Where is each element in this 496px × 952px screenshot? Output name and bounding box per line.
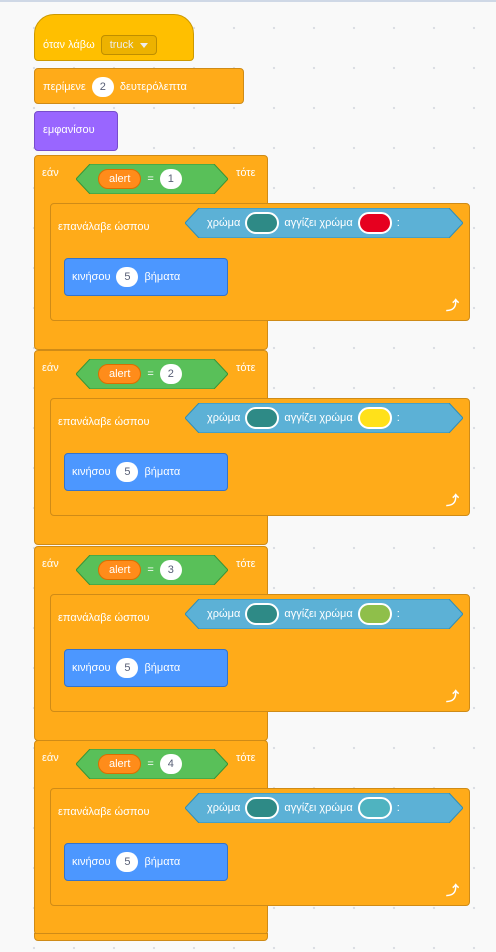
loop-arrow-icon: ⤴ — [445, 493, 459, 508]
wait-seconds-input[interactable]: 2 — [91, 77, 114, 97]
colon-label: : — [396, 412, 400, 424]
equals-operator: = — [147, 173, 154, 185]
equals-condition[interactable]: alert = 2 — [76, 359, 228, 389]
touching-color-condition[interactable]: χρώμα αγγίζει χρώμα : — [185, 208, 463, 238]
then-label: τότε — [236, 167, 256, 179]
if-label: εάν — [42, 752, 59, 764]
equals-operator: = — [147, 758, 154, 770]
color-swatch-2[interactable] — [357, 603, 392, 625]
if-label: εάν — [42, 167, 59, 179]
move-label: κινήσου — [72, 466, 111, 478]
equals-operator: = — [147, 564, 154, 576]
script-end-cap — [34, 933, 268, 941]
colon-label: : — [396, 217, 400, 229]
message-dropdown[interactable]: truck — [100, 35, 157, 55]
top-border — [0, 0, 496, 2]
touching-color-condition[interactable]: χρώμα αγγίζει χρώμα : — [185, 793, 463, 823]
then-label: τότε — [236, 752, 256, 764]
touching-color-label: αγγίζει χρώμα — [284, 412, 353, 424]
move-steps-input[interactable]: 5 — [116, 852, 139, 872]
color-label: χρώμα — [207, 217, 241, 229]
touching-color-label: αγγίζει χρώμα — [284, 802, 353, 814]
wait-label: περίμενε — [43, 81, 86, 93]
move-unit-label: βήματα — [144, 662, 181, 674]
color-swatch-1[interactable] — [245, 407, 280, 429]
loop-arrow-icon: ⤴ — [445, 298, 459, 313]
when-i-receive-block[interactable]: όταν λάβω truck — [34, 14, 194, 61]
loop-arrow-icon: ⤴ — [445, 689, 459, 704]
message-name: truck — [109, 39, 134, 51]
touching-color-label: αγγίζει χρώμα — [284, 608, 353, 620]
color-swatch-1[interactable] — [245, 797, 280, 819]
repeat-until-label: επανάλαβε ώσπου — [58, 416, 150, 428]
move-unit-label: βήματα — [144, 466, 181, 478]
equals-condition[interactable]: alert = 3 — [76, 555, 228, 585]
colon-label: : — [396, 802, 400, 814]
move-steps-input[interactable]: 5 — [116, 658, 139, 678]
touching-color-condition[interactable]: χρώμα αγγίζει χρώμα : — [185, 403, 463, 433]
color-label: χρώμα — [207, 802, 241, 814]
colon-label: : — [396, 608, 400, 620]
wait-block[interactable]: περίμενε 2 δευτερόλεπτα — [34, 68, 244, 104]
show-label: εμφανίσου — [43, 124, 95, 136]
alert-variable[interactable]: alert — [98, 754, 142, 774]
equals-condition[interactable]: alert = 1 — [76, 164, 228, 194]
move-label: κινήσου — [72, 856, 111, 868]
move-steps-input[interactable]: 5 — [116, 462, 139, 482]
equals-value-input[interactable]: 1 — [159, 169, 182, 189]
when-i-receive-label: όταν λάβω — [43, 39, 95, 51]
move-label: κινήσου — [72, 662, 111, 674]
then-label: τότε — [236, 558, 256, 570]
color-swatch-1[interactable] — [245, 212, 280, 234]
move-unit-label: βήματα — [144, 856, 181, 868]
alert-variable[interactable]: alert — [98, 169, 142, 189]
color-label: χρώμα — [207, 608, 241, 620]
touching-color-condition[interactable]: χρώμα αγγίζει χρώμα : — [185, 599, 463, 629]
equals-value-input[interactable]: 2 — [159, 364, 182, 384]
color-label: χρώμα — [207, 412, 241, 424]
alert-variable[interactable]: alert — [98, 364, 142, 384]
loop-arrow-icon: ⤴ — [445, 883, 459, 898]
move-steps-input[interactable]: 5 — [116, 267, 139, 287]
equals-operator: = — [147, 368, 154, 380]
chevron-down-icon — [139, 42, 148, 48]
if-label: εάν — [42, 362, 59, 374]
touching-color-label: αγγίζει χρώμα — [284, 217, 353, 229]
color-swatch-2[interactable] — [357, 212, 392, 234]
repeat-until-label: επανάλαβε ώσπου — [58, 612, 150, 624]
color-swatch-1[interactable] — [245, 603, 280, 625]
repeat-until-label: επανάλαβε ώσπου — [58, 221, 150, 233]
move-unit-label: βήματα — [144, 271, 181, 283]
color-swatch-2[interactable] — [357, 797, 392, 819]
equals-condition[interactable]: alert = 4 — [76, 749, 228, 779]
equals-value-input[interactable]: 4 — [159, 754, 182, 774]
then-label: τότε — [236, 362, 256, 374]
move-label: κινήσου — [72, 271, 111, 283]
wait-unit-label: δευτερόλεπτα — [119, 81, 187, 93]
color-swatch-2[interactable] — [357, 407, 392, 429]
equals-value-input[interactable]: 3 — [159, 560, 182, 580]
show-block[interactable]: εμφανίσου — [34, 111, 118, 151]
if-label: εάν — [42, 558, 59, 570]
repeat-until-label: επανάλαβε ώσπου — [58, 806, 150, 818]
alert-variable[interactable]: alert — [98, 560, 142, 580]
